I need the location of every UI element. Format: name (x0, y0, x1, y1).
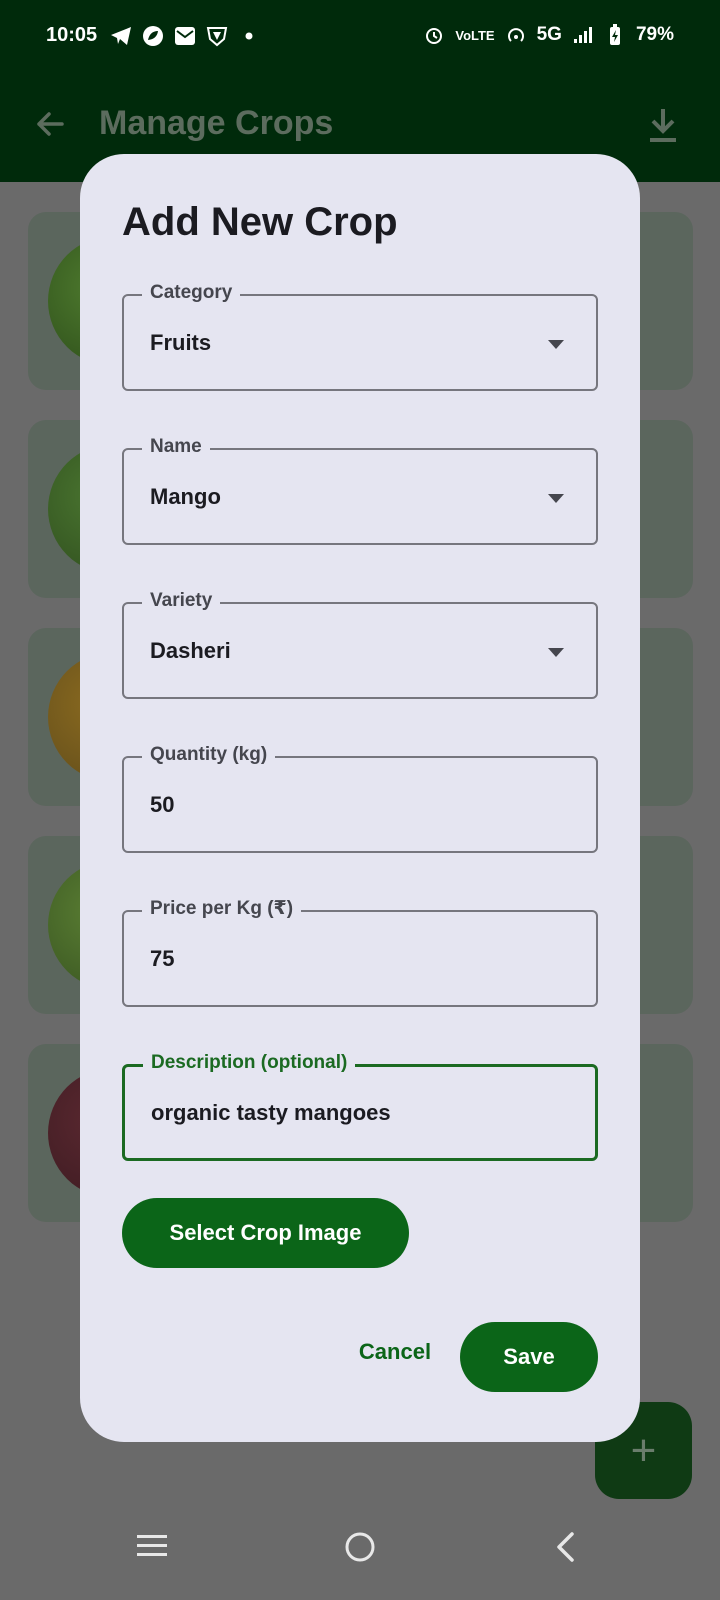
variety-value: Dasheri (150, 638, 231, 663)
network-type: 5G (536, 24, 562, 45)
name-value: Mango (150, 484, 221, 509)
alarm-icon (423, 24, 445, 46)
system-nav-bar (0, 1500, 720, 1600)
price-value: 75 (150, 946, 175, 971)
category-value: Fruits (150, 330, 212, 355)
page-title: Manage Crops (99, 104, 334, 142)
price-field[interactable]: Price per Kg (₹) 75 (122, 896, 598, 1007)
status-bar: 10:05 VoLTE 5G 79% (0, 0, 720, 78)
battery-percent: 79% (635, 24, 674, 45)
telegram-icon (110, 25, 132, 47)
name-label: Name (142, 434, 210, 460)
back-arrow-icon[interactable] (32, 106, 68, 142)
recent-apps-icon[interactable] (136, 1532, 168, 1560)
variety-dropdown[interactable]: Variety Dasheri (122, 588, 598, 699)
leaf-app-icon (142, 25, 164, 47)
quantity-field[interactable]: Quantity (kg) 50 (122, 742, 598, 853)
mail-icon (174, 25, 196, 47)
battery-charging-icon (604, 24, 626, 46)
price-label: Price per Kg (₹) (142, 896, 302, 922)
dialog-title: Add New Crop (122, 200, 398, 244)
select-crop-image-button[interactable]: Select Crop Image (122, 1198, 409, 1268)
home-icon[interactable] (343, 1530, 377, 1564)
quantity-label: Quantity (kg) (142, 742, 276, 768)
add-crop-dialog: Add New Crop Category Fruits Name Mango … (80, 154, 640, 1442)
quantity-value: 50 (150, 792, 175, 817)
description-field[interactable]: Description (optional) organic tasty man… (122, 1050, 598, 1161)
description-label: Description (optional) (143, 1050, 356, 1076)
nav-back-icon[interactable] (552, 1530, 578, 1564)
hotspot-icon (505, 24, 527, 46)
category-dropdown[interactable]: Category Fruits (122, 280, 598, 391)
save-button[interactable]: Save (460, 1322, 598, 1392)
download-icon[interactable] (646, 106, 680, 144)
signal-icon (572, 24, 594, 46)
volte-icon: VoLTE (455, 27, 495, 43)
shield-app-icon (206, 25, 228, 47)
dropdown-arrow-icon (548, 340, 564, 349)
cancel-button[interactable]: Cancel (340, 1322, 450, 1382)
dot-icon (238, 25, 260, 47)
dropdown-arrow-icon (548, 648, 564, 657)
description-value: organic tasty mangoes (151, 1100, 391, 1125)
dropdown-arrow-icon (548, 494, 564, 503)
category-label: Category (142, 280, 241, 306)
name-dropdown[interactable]: Name Mango (122, 434, 598, 545)
variety-label: Variety (142, 588, 221, 614)
status-time: 10:05 (46, 24, 98, 46)
